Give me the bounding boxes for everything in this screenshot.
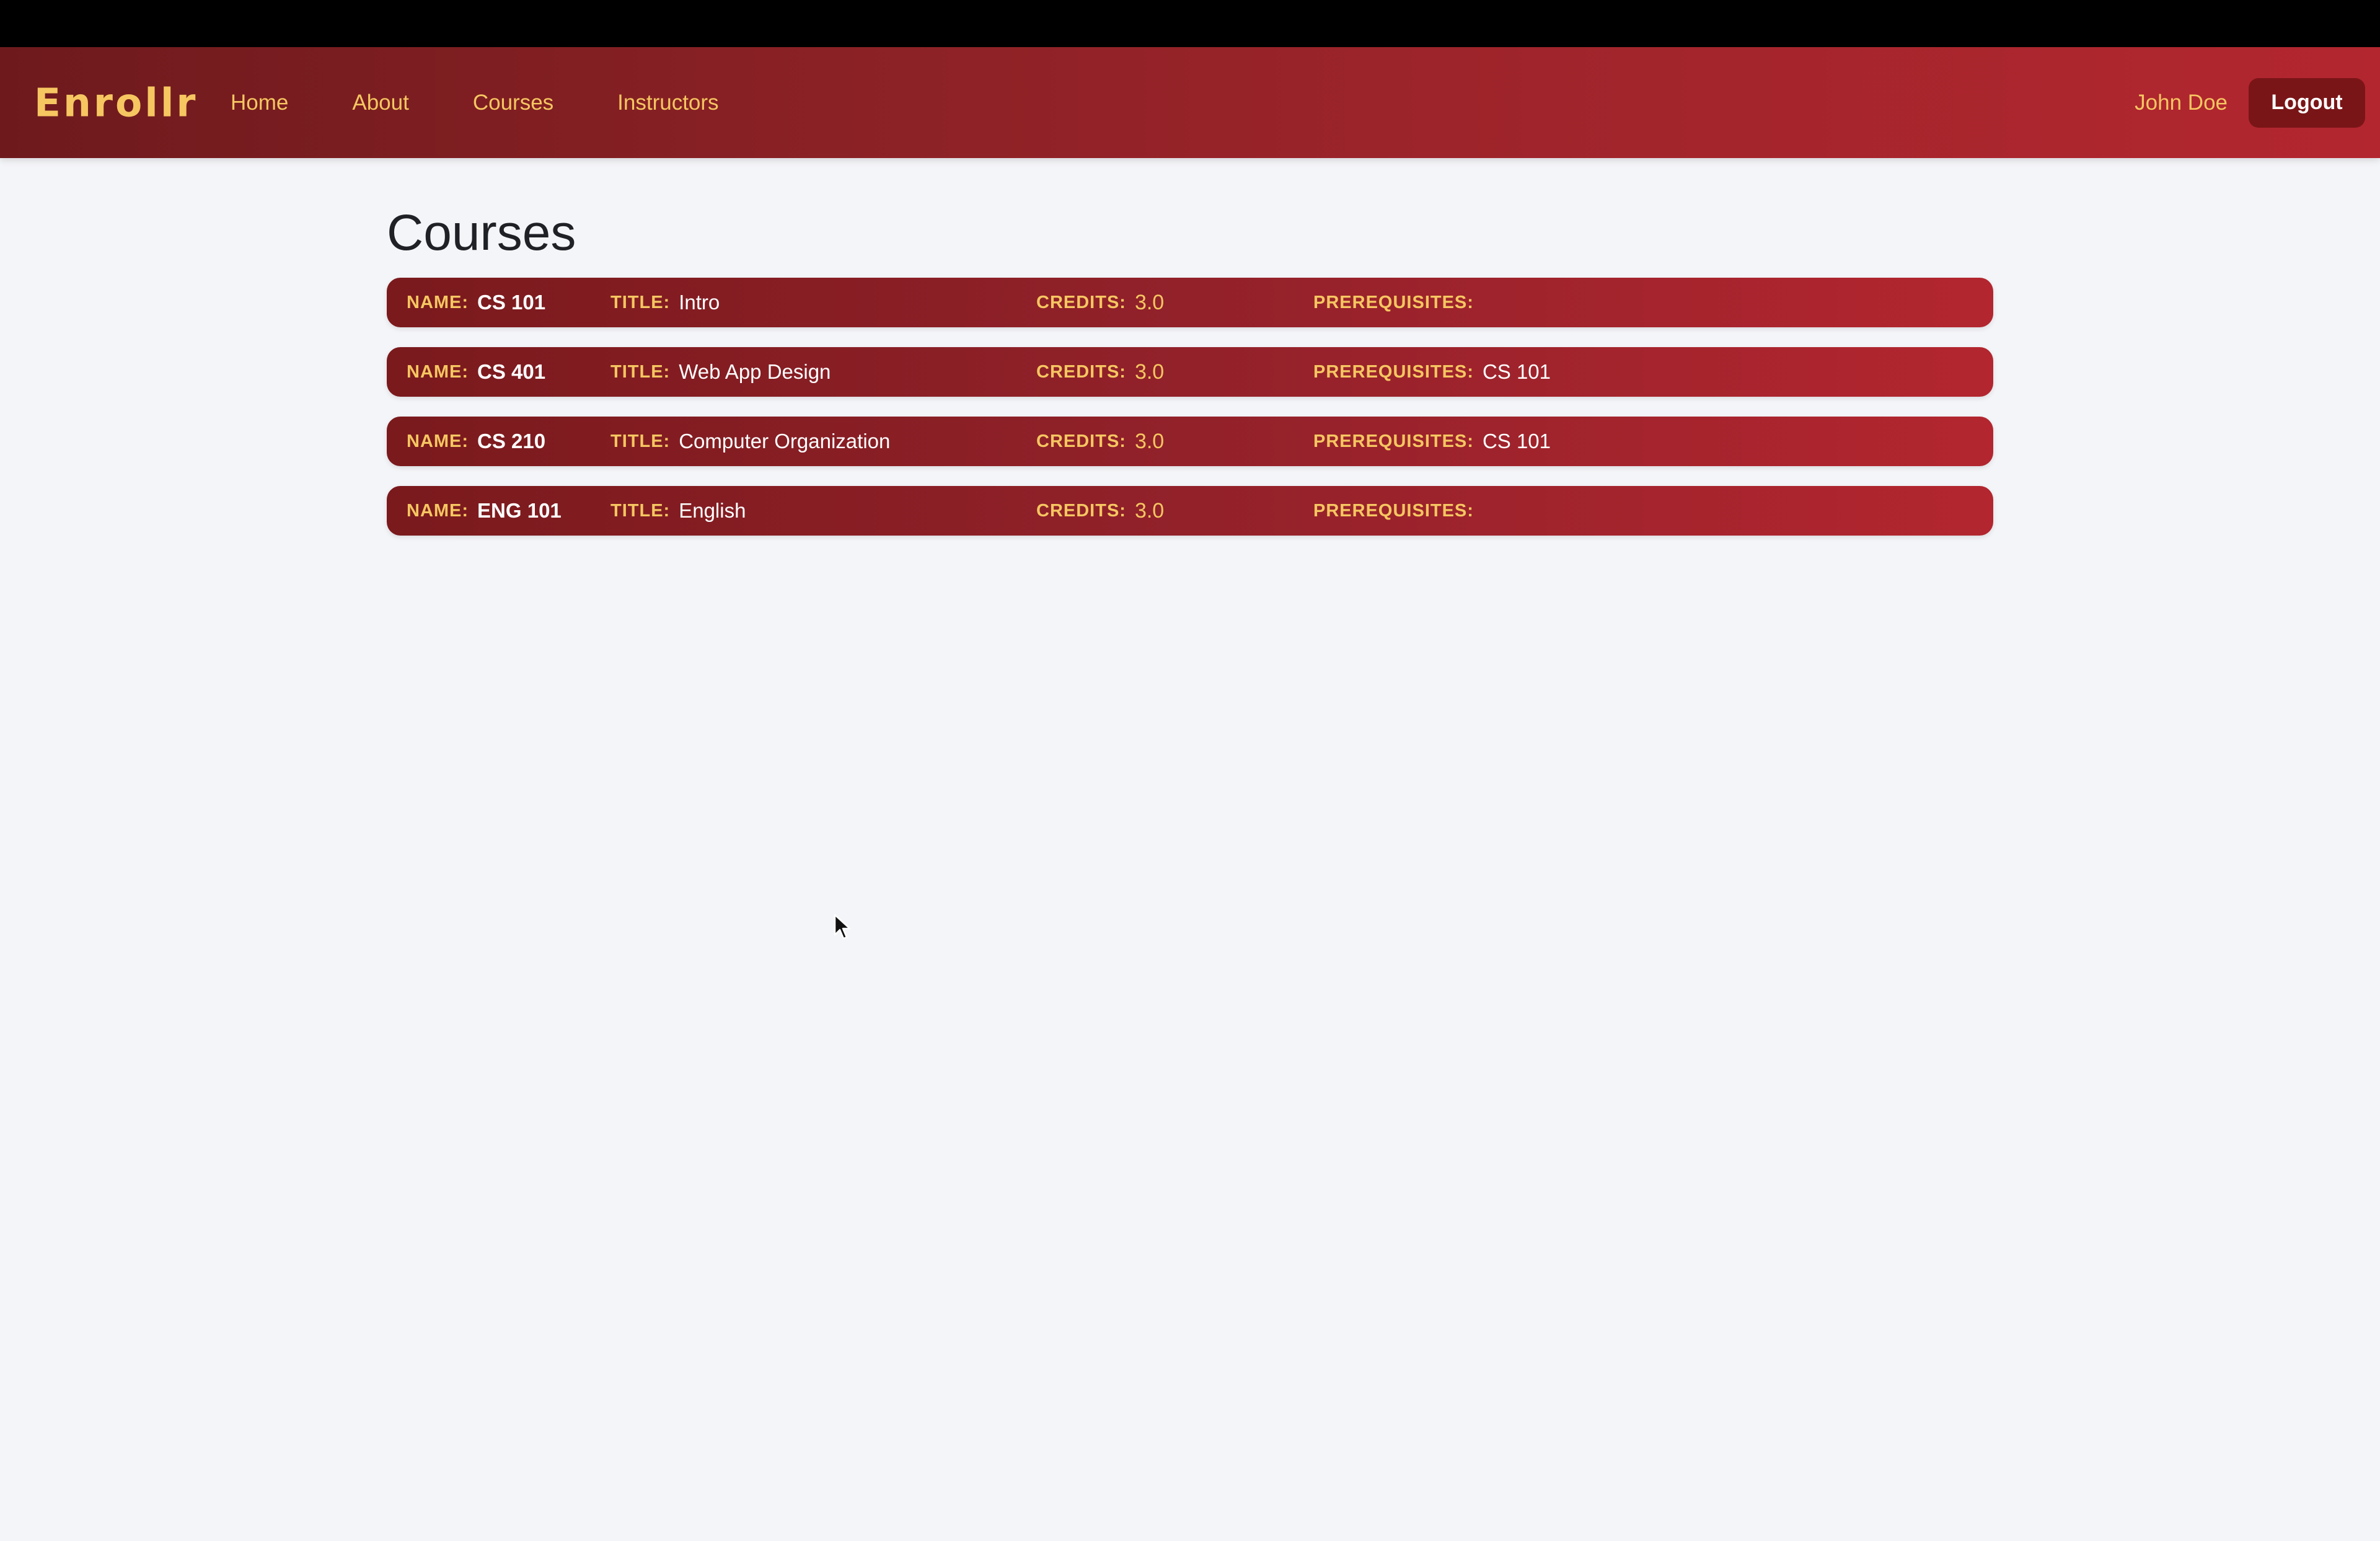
course-credits: 3.0 bbox=[1134, 498, 1165, 523]
course-prerequisites-field: PREREQUISITES: CS 101 bbox=[1313, 347, 1551, 397]
course-name: CS 401 bbox=[477, 360, 546, 383]
course-name: CS 101 bbox=[477, 291, 546, 314]
course-credits-field: CREDITS: 3.0 bbox=[1036, 278, 1164, 327]
title-label: TITLE: bbox=[610, 500, 671, 521]
course-row[interactable]: NAME: CS 401 TITLE: Web App Design CREDI… bbox=[387, 347, 1993, 397]
main-content: Courses NAME: CS 101 TITLE: Intro CREDIT… bbox=[387, 205, 1993, 536]
course-prerequisites-field: PREREQUISITES: bbox=[1313, 278, 1483, 327]
logout-button[interactable]: Logout bbox=[2249, 77, 2365, 128]
name-label: NAME: bbox=[407, 431, 469, 451]
name-label: NAME: bbox=[407, 500, 469, 521]
course-credits-field: CREDITS: 3.0 bbox=[1036, 347, 1164, 397]
course-name-field: NAME: CS 401 bbox=[407, 347, 545, 397]
course-credits-field: CREDITS: 3.0 bbox=[1036, 486, 1164, 536]
prerequisites-label: PREREQUISITES: bbox=[1313, 292, 1474, 312]
mouse-pointer-icon bbox=[834, 914, 851, 940]
top-navbar: Enrollr Home About Courses Instructors J… bbox=[0, 47, 2380, 158]
course-credits-field: CREDITS: 3.0 bbox=[1036, 417, 1164, 466]
course-prerequisites-field: PREREQUISITES: bbox=[1313, 486, 1483, 536]
name-label: NAME: bbox=[407, 361, 469, 382]
nav-link-courses[interactable]: Courses bbox=[473, 91, 553, 115]
course-credits: 3.0 bbox=[1134, 290, 1165, 314]
user-name[interactable]: John Doe bbox=[2135, 91, 2228, 115]
course-prerequisites: CS 101 bbox=[1482, 430, 1551, 453]
prerequisites-label: PREREQUISITES: bbox=[1313, 361, 1474, 382]
nav-link-home[interactable]: Home bbox=[231, 91, 288, 115]
nav-link-instructors[interactable]: Instructors bbox=[617, 91, 718, 115]
page-title: Courses bbox=[387, 205, 576, 261]
course-title-field: TITLE: Web App Design bbox=[610, 347, 831, 397]
course-row[interactable]: NAME: ENG 101 TITLE: English CREDITS: 3.… bbox=[387, 486, 1993, 536]
credits-label: CREDITS: bbox=[1036, 361, 1126, 382]
prerequisites-label: PREREQUISITES: bbox=[1313, 500, 1474, 521]
nav-links: Home About Courses Instructors bbox=[231, 47, 783, 158]
course-name: ENG 101 bbox=[477, 499, 562, 522]
title-label: TITLE: bbox=[610, 361, 671, 382]
course-name: CS 210 bbox=[477, 430, 546, 453]
course-title-field: TITLE: Computer Organization bbox=[610, 417, 890, 466]
prerequisites-label: PREREQUISITES: bbox=[1313, 431, 1474, 451]
course-title: Intro bbox=[679, 291, 720, 314]
course-prerequisites: CS 101 bbox=[1482, 360, 1551, 383]
nav-link-about[interactable]: About bbox=[352, 91, 408, 115]
title-label: TITLE: bbox=[610, 431, 671, 451]
course-name-field: NAME: CS 210 bbox=[407, 417, 545, 466]
course-name-field: NAME: CS 101 bbox=[407, 278, 545, 327]
course-title-field: TITLE: Intro bbox=[610, 278, 720, 327]
course-list: NAME: CS 101 TITLE: Intro CREDITS: 3.0 P… bbox=[387, 278, 1993, 555]
course-row[interactable]: NAME: CS 210 TITLE: Computer Organizatio… bbox=[387, 417, 1993, 466]
course-row[interactable]: NAME: CS 101 TITLE: Intro CREDITS: 3.0 P… bbox=[387, 278, 1993, 327]
course-title-field: TITLE: English bbox=[610, 486, 746, 536]
name-label: NAME: bbox=[407, 292, 469, 312]
credits-label: CREDITS: bbox=[1036, 500, 1126, 521]
course-title: Computer Organization bbox=[679, 430, 891, 453]
nav-user-area: John Doe Logout bbox=[2135, 47, 2365, 158]
course-name-field: NAME: ENG 101 bbox=[407, 486, 562, 536]
system-top-bar bbox=[0, 0, 2380, 47]
course-prerequisites-field: PREREQUISITES: CS 101 bbox=[1313, 417, 1551, 466]
credits-label: CREDITS: bbox=[1036, 292, 1126, 312]
course-title: Web App Design bbox=[679, 360, 831, 383]
brand-logo[interactable]: Enrollr bbox=[34, 80, 198, 125]
course-credits: 3.0 bbox=[1134, 429, 1165, 453]
course-credits: 3.0 bbox=[1134, 360, 1165, 384]
course-title: English bbox=[679, 499, 746, 522]
credits-label: CREDITS: bbox=[1036, 431, 1126, 451]
title-label: TITLE: bbox=[610, 292, 671, 312]
